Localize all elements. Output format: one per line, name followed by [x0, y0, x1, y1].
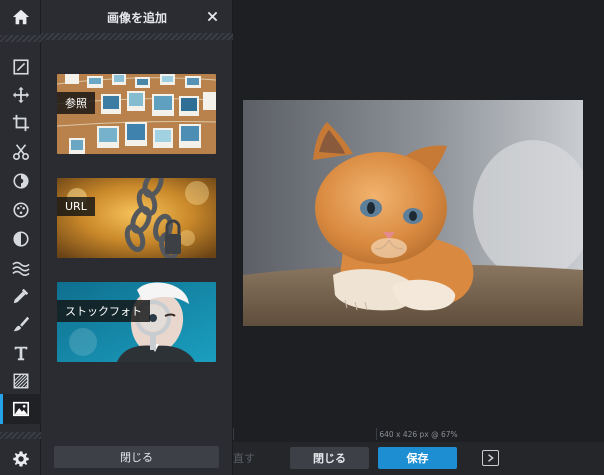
effects-icon[interactable]: [0, 195, 41, 225]
stock-photo-image: [57, 282, 216, 362]
reset-text[interactable]: 直す: [233, 450, 255, 466]
crop-icon[interactable]: [0, 108, 41, 138]
url-card[interactable]: URL: [57, 178, 216, 258]
kitten-photo: [243, 100, 583, 326]
settings-icon[interactable]: [0, 444, 41, 474]
move-icon[interactable]: [0, 80, 41, 110]
scissors-icon[interactable]: [0, 137, 41, 167]
text-icon[interactable]: [0, 338, 41, 368]
brush-icon[interactable]: [0, 309, 41, 339]
close-button[interactable]: 閉じる: [290, 447, 369, 469]
toolbar-divider: [0, 35, 41, 42]
left-toolbar: [0, 0, 41, 475]
status-divider-right: [376, 428, 377, 440]
chain-image: [57, 178, 216, 258]
panel-divider: [41, 33, 233, 40]
browse-card[interactable]: 参照: [57, 74, 216, 154]
panel-close-button[interactable]: 閉じる: [54, 446, 219, 468]
save-button[interactable]: 保存: [378, 447, 457, 469]
stock-photo-label: ストックフォト: [57, 300, 150, 322]
home-icon[interactable]: [0, 2, 41, 32]
url-label: URL: [57, 197, 95, 216]
dropper-icon[interactable]: [0, 281, 41, 311]
adjust-icon[interactable]: [0, 166, 41, 196]
stock-photo-card[interactable]: ストックフォト: [57, 282, 216, 362]
next-panel-icon[interactable]: [482, 450, 499, 466]
toolbar-divider-bottom: [0, 432, 41, 439]
contrast-icon[interactable]: [0, 224, 41, 254]
edit-icon[interactable]: [0, 52, 41, 82]
image-size-status: 640 x 426 px @ 67%: [379, 430, 458, 439]
image-icon[interactable]: [0, 394, 41, 424]
waves-icon[interactable]: [0, 253, 41, 283]
pattern-icon[interactable]: [0, 366, 41, 396]
close-icon[interactable]: [204, 8, 220, 24]
add-image-panel: 画像を追加 参照 URL ストックフォト 閉じる: [41, 0, 233, 475]
browse-label: 参照: [57, 92, 95, 114]
photo-board-image: [57, 74, 216, 154]
